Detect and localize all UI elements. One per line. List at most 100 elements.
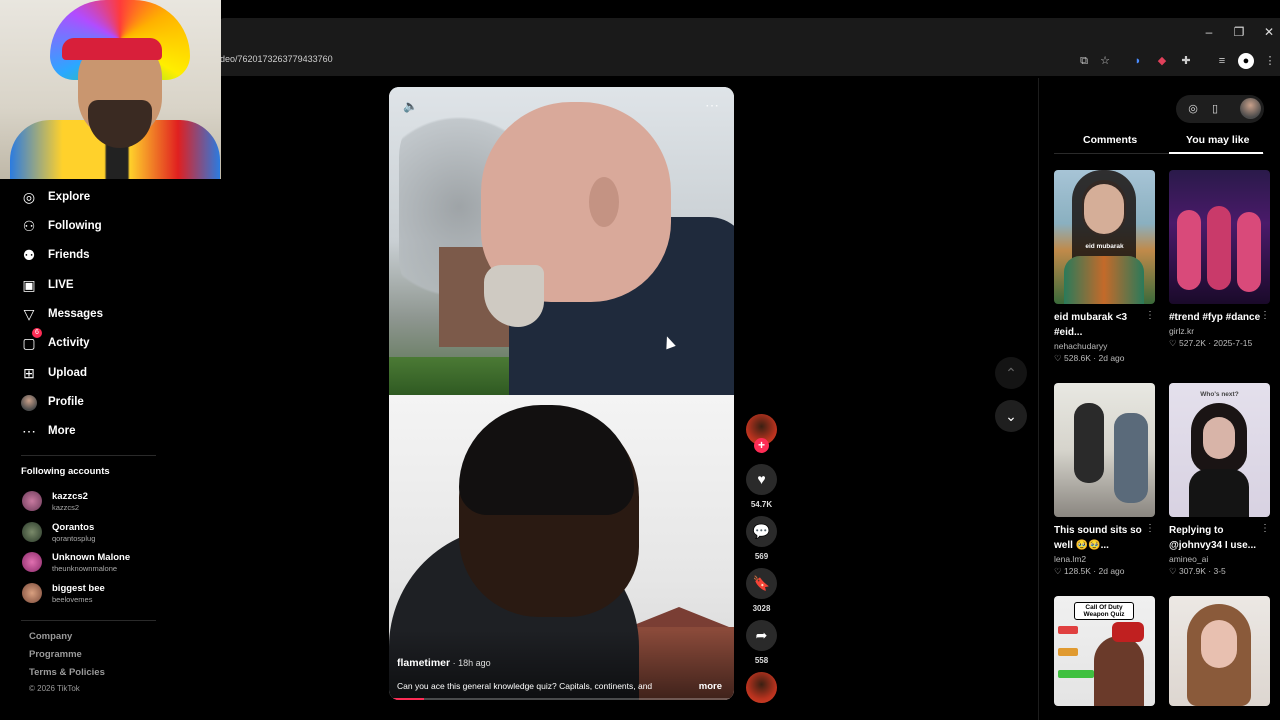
sidebar-item-live[interactable]: ▣ LIVE [20, 274, 74, 296]
following-icon: ⚇ [22, 218, 36, 234]
sidebar-item-activity[interactable]: ▢ 6 Activity [20, 328, 90, 354]
sidebar-item-label: Explore [48, 191, 91, 203]
video-player[interactable]: 🔈 ⋯ flametimer · 18h ago Can you ace thi… [389, 87, 734, 700]
minimize-button[interactable]: – [1199, 22, 1219, 42]
sidebar-item-messages[interactable]: ▽ Messages [20, 303, 103, 325]
card-options-icon[interactable]: ⋮ [1145, 523, 1155, 534]
card-likes: 128.5K [1063, 566, 1091, 576]
heart-outline-icon: ♡ [1169, 566, 1179, 576]
author-name[interactable]: flametimer [397, 657, 450, 669]
sidebar-item-friends[interactable]: ⚉ Friends [20, 244, 90, 266]
heart-outline-icon: ♡ [1169, 338, 1179, 348]
heart-outline-icon: ♡ [1054, 566, 1064, 576]
video-thumbnail[interactable]: Who's next? [1169, 383, 1270, 517]
following-account[interactable]: kazzcs2 kazzcs2 [22, 488, 88, 514]
bookmark-star-icon[interactable]: ☆ [1097, 53, 1113, 69]
sidebar-item-upload[interactable]: ⊞ Upload [20, 362, 87, 384]
recommended-video-card[interactable]: Who's next? Replying to @johnvy34 I use.… [1169, 383, 1270, 577]
card-author[interactable]: amineo_ai [1169, 554, 1270, 564]
previous-video-button[interactable]: ⌃ [995, 357, 1027, 389]
save-count: 3028 [752, 604, 771, 613]
card-options-icon[interactable]: ⋮ [1145, 310, 1155, 321]
music-disc-avatar[interactable] [746, 672, 777, 703]
phone-icon[interactable]: ▯ [1207, 101, 1223, 117]
video-thumbnail[interactable] [1054, 383, 1155, 517]
thumbnail-man [1074, 403, 1104, 483]
card-author[interactable]: girlz.kr [1169, 326, 1270, 336]
account-handle: kazzcs2 [52, 502, 80, 512]
card-author[interactable]: nehachudaryy [1054, 341, 1155, 351]
bookmark-icon: 🔖 [752, 575, 771, 591]
address-bar[interactable]: deo/7620173263779433760 ⧉ ☆ ◗ ◆ ✚ ≡ ● ⋮ [220, 46, 1280, 76]
recommended-video-card[interactable]: This sound sits so well 🥹🥹... lena.lm2 ♡… [1054, 383, 1155, 577]
thumbnail-man [1094, 636, 1144, 706]
card-title[interactable]: This sound sits so well 🥹🥹... [1054, 523, 1146, 553]
extension-shield-icon[interactable]: ◆ [1154, 53, 1170, 69]
video-author[interactable]: flametimer · 18h ago [397, 657, 491, 669]
recommended-video-card[interactable]: eid mubarak eid mubarak <3 #eid... nehac… [1054, 170, 1155, 364]
browser-profile-icon[interactable]: ● [1238, 53, 1254, 69]
thumbnail-hat [1112, 622, 1144, 642]
like-button[interactable]: ♥ [746, 464, 777, 495]
card-title[interactable]: eid mubarak <3 #eid... [1054, 310, 1146, 340]
following-account[interactable]: Unknown Malone theunknownmalone [22, 549, 130, 575]
tab-you-may-like[interactable]: You may like [1186, 134, 1249, 146]
recommended-video-card[interactable]: #trend #fyp #dance girlz.kr ♡ 527.2K · 2… [1169, 170, 1270, 349]
avatar[interactable] [1240, 98, 1261, 119]
video-thumbnail[interactable] [1169, 170, 1270, 304]
footer-link-programme[interactable]: Programme [29, 649, 82, 660]
activity-icon: ▢ 6 [20, 328, 42, 352]
next-video-button[interactable]: ⌄ [995, 400, 1027, 432]
thumbnail-text: Call Of Duty Weapon Quiz [1074, 602, 1134, 620]
sidebar-item-label: LIVE [48, 279, 74, 291]
compass-icon[interactable]: ◎ [1185, 101, 1201, 117]
restore-button[interactable]: ❐ [1229, 22, 1249, 42]
video-thumbnail[interactable]: eid mubarak [1054, 170, 1155, 304]
video-progress-bar[interactable] [389, 698, 734, 700]
webcam-red-cap [62, 38, 162, 60]
volume-icon[interactable]: 🔈 [403, 99, 418, 113]
caption-more-button[interactable]: more [699, 681, 722, 692]
thumbnail-dress [1064, 256, 1144, 304]
extension-audio-icon[interactable]: ◗ [1130, 53, 1146, 69]
extensions-puzzle-icon[interactable]: ✚ [1178, 53, 1194, 69]
following-accounts-heading: Following accounts [21, 466, 110, 477]
like-count: 54.7K [750, 500, 773, 509]
sidebar-item-explore[interactable]: ◎ Explore [20, 186, 90, 208]
browser-menu-icon[interactable]: ⋮ [1262, 53, 1278, 69]
install-app-icon[interactable]: ⧉ [1076, 53, 1092, 69]
save-button[interactable]: 🔖 [746, 568, 777, 599]
card-date: 3-5 [1213, 566, 1226, 576]
sidebar-item-label: Profile [48, 396, 84, 408]
tab-comments[interactable]: Comments [1083, 134, 1137, 146]
video-thumbnail[interactable]: Call Of Duty Weapon Quiz [1054, 596, 1155, 706]
following-account[interactable]: biggest bee beelovemes [22, 580, 105, 606]
video-options-icon[interactable]: ⋯ [705, 97, 720, 114]
card-options-icon[interactable]: ⋮ [1260, 523, 1270, 534]
sidebar-item-profile[interactable]: Profile [20, 391, 84, 413]
account-handle: theunknownmalone [52, 563, 118, 573]
comment-icon: 💬 [752, 523, 771, 539]
close-window-button[interactable]: ✕ [1259, 22, 1279, 42]
footer-link-terms[interactable]: Terms & Policies [29, 667, 105, 678]
recommended-video-card[interactable] [1169, 596, 1270, 706]
sidebar-item-label: Activity [48, 337, 90, 349]
comment-button[interactable]: 💬 [746, 516, 777, 547]
follow-plus-icon[interactable]: + [754, 438, 769, 453]
thumbnail-text: eid mubarak [1085, 243, 1124, 250]
share-button[interactable]: ➦ [746, 620, 777, 651]
account-handle: qorantosplug [52, 533, 96, 543]
tab-search-icon[interactable]: ≡ [1214, 53, 1230, 69]
card-title[interactable]: Replying to @johnvy34 I use... [1169, 523, 1261, 553]
thumbnail-face [1203, 417, 1235, 459]
video-thumbnail[interactable] [1169, 596, 1270, 706]
card-options-icon[interactable]: ⋮ [1260, 310, 1270, 321]
footer-link-company[interactable]: Company [29, 631, 72, 642]
sidebar-item-following[interactable]: ⚇ Following [20, 215, 102, 237]
url-text[interactable]: deo/7620173263779433760 [220, 54, 333, 64]
following-account[interactable]: Qorantos qorantosplug [22, 519, 95, 545]
card-title[interactable]: #trend #fyp #dance [1169, 310, 1261, 325]
sidebar-item-more[interactable]: ⋯ More [20, 420, 75, 442]
recommended-video-card[interactable]: Call Of Duty Weapon Quiz [1054, 596, 1155, 706]
card-author[interactable]: lena.lm2 [1054, 554, 1155, 564]
